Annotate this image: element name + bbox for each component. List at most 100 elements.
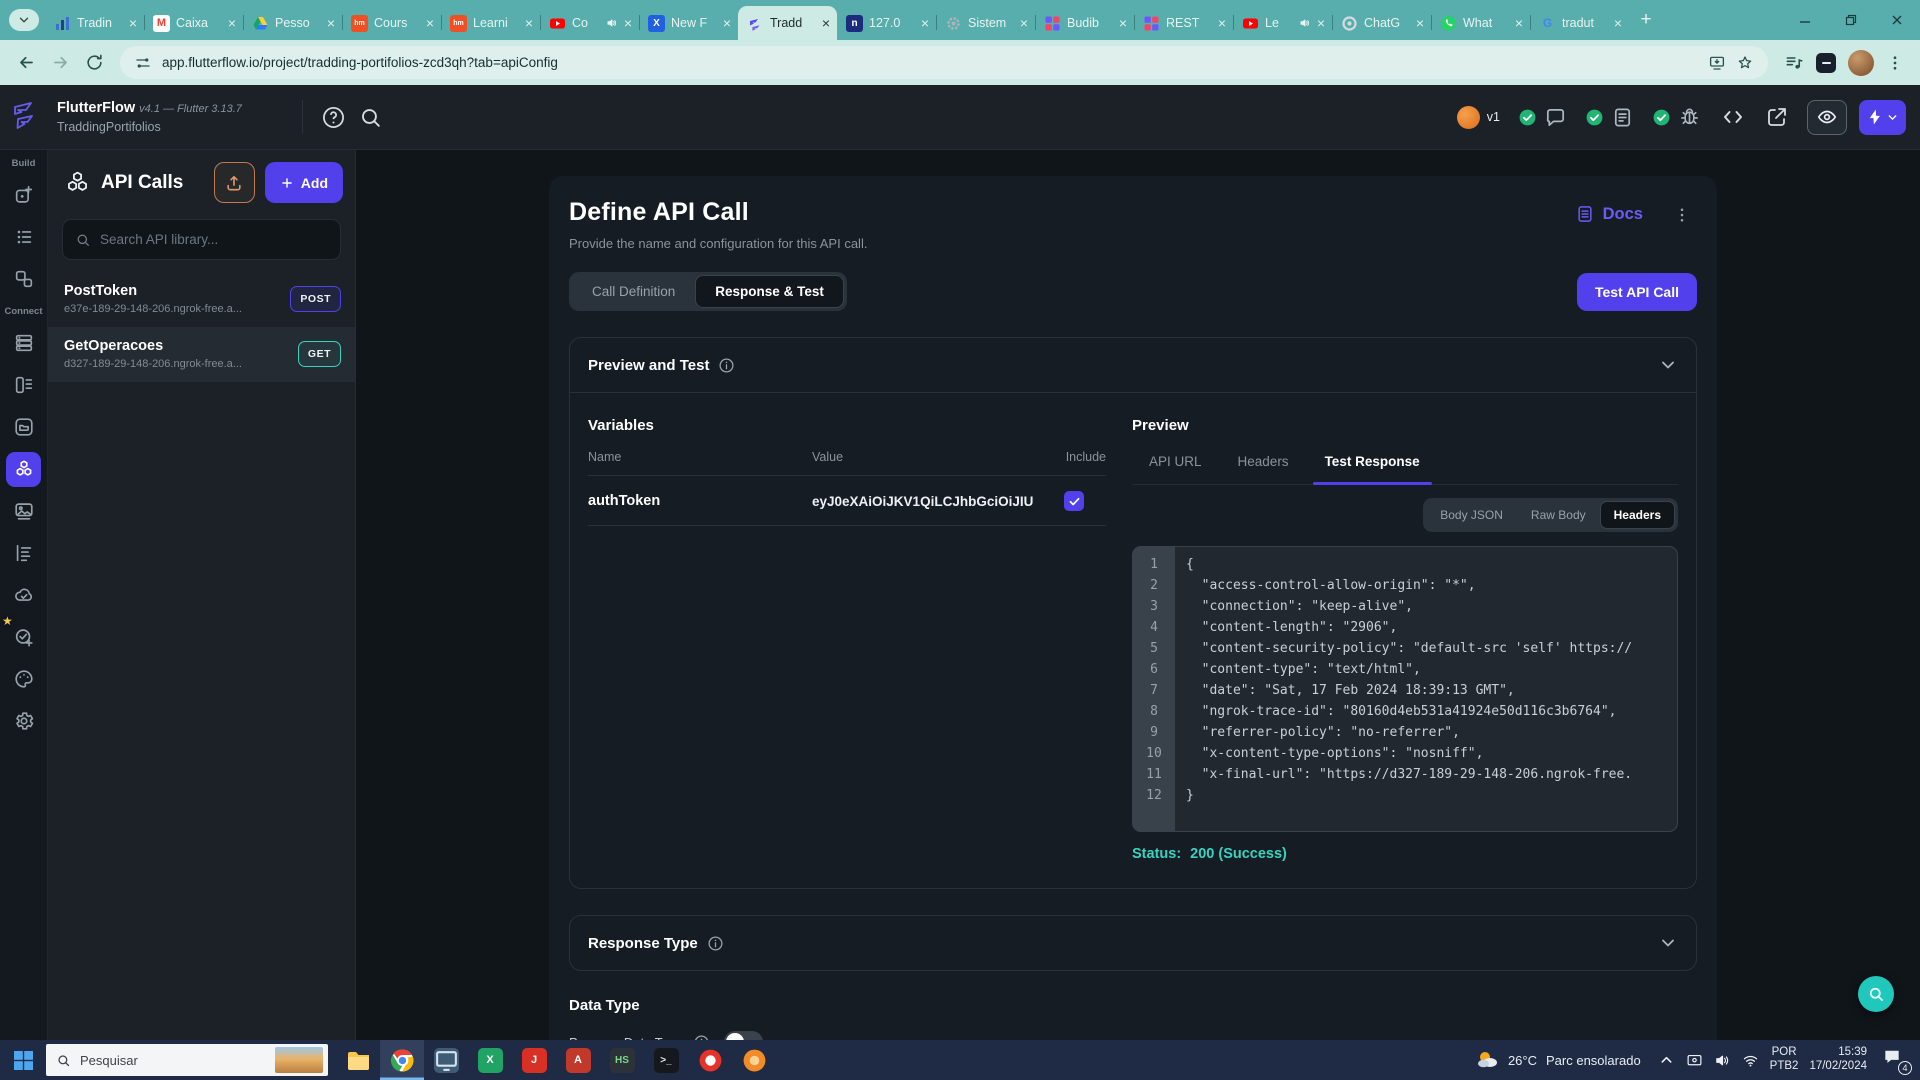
mode-raw-body[interactable]: Raw Body: [1517, 501, 1600, 529]
rail-item-navigation-link[interactable]: [6, 262, 41, 297]
tab-close-icon[interactable]: ×: [624, 16, 632, 30]
tab-close-icon[interactable]: ×: [426, 16, 434, 30]
rail-item-settings-gear[interactable]: [6, 704, 41, 739]
taskbar-app-hs-app[interactable]: HS: [600, 1040, 644, 1080]
preview-mode-button[interactable]: [1807, 100, 1847, 135]
view-code-icon[interactable]: [1721, 105, 1745, 129]
import-api-button[interactable]: [214, 162, 255, 203]
tab-audio-icon[interactable]: [606, 17, 618, 29]
tab-close-icon[interactable]: ×: [822, 16, 830, 30]
rail-item-theme-palette[interactable]: [6, 662, 41, 697]
taskbar-app-excel[interactable]: X: [468, 1040, 512, 1080]
tab-close-icon[interactable]: ×: [921, 16, 929, 30]
tab-response-and-test[interactable]: Response & Test: [695, 275, 844, 308]
search-highlight-thumbnail[interactable]: [275, 1047, 323, 1073]
browser-tab-3[interactable]: hmCours×: [342, 6, 441, 40]
tab-close-icon[interactable]: ×: [228, 16, 236, 30]
taskbar-app-red-j-app[interactable]: J: [512, 1040, 556, 1080]
taskbar-app-terminal[interactable]: >_: [644, 1040, 688, 1080]
browser-tab-5[interactable]: Co×: [540, 6, 639, 40]
tab-headers[interactable]: Headers: [1238, 448, 1289, 484]
tab-api-url[interactable]: API URL: [1149, 448, 1202, 484]
tab-audio-icon[interactable]: [1299, 17, 1311, 29]
browser-tab-13[interactable]: ChatG×: [1332, 6, 1431, 40]
tab-call-definition[interactable]: Call Definition: [572, 275, 695, 308]
rail-item-cloud-functions[interactable]: [6, 578, 41, 613]
tab-close-icon[interactable]: ×: [327, 16, 335, 30]
tab-close-icon[interactable]: ×: [723, 16, 731, 30]
tab-close-icon[interactable]: ×: [525, 16, 533, 30]
browser-tab-7[interactable]: Tradd×: [738, 6, 837, 40]
window-restore-button[interactable]: [1828, 0, 1874, 40]
info-icon[interactable]: [707, 935, 724, 952]
collapse-chevron-icon[interactable]: [1658, 355, 1678, 375]
api-search-input[interactable]: Search API library...: [62, 219, 341, 260]
taskbar-app-red-app[interactable]: A: [556, 1040, 600, 1080]
taskbar-app-chrome[interactable]: [380, 1040, 424, 1080]
mode-body-json[interactable]: Body JSON: [1426, 501, 1517, 529]
bookmark-star-icon[interactable]: [1736, 54, 1754, 72]
account-chip[interactable]: v1: [1457, 106, 1500, 129]
rail-item-api-calls[interactable]: [6, 452, 41, 487]
speaker-icon[interactable]: [1714, 1052, 1731, 1069]
wifi-icon[interactable]: [1742, 1052, 1759, 1069]
reload-button[interactable]: [78, 47, 110, 79]
tab-close-icon[interactable]: ×: [1416, 16, 1424, 30]
run-button[interactable]: [1859, 100, 1906, 135]
browser-tab-4[interactable]: hmLearni×: [441, 6, 540, 40]
global-search-icon[interactable]: [358, 105, 383, 130]
profile-avatar[interactable]: [1848, 50, 1874, 76]
tab-close-icon[interactable]: ×: [1020, 16, 1028, 30]
rail-item-widget-add[interactable]: [6, 178, 41, 213]
rail-item-content-folder[interactable]: [6, 410, 41, 445]
start-button[interactable]: [0, 1040, 46, 1080]
browser-tab-10[interactable]: Budib×: [1035, 6, 1134, 40]
weather-widget[interactable]: 26°C Parc ensolarado: [1475, 1048, 1641, 1072]
rail-item-page-structure[interactable]: [6, 220, 41, 255]
taskbar-app-red-circle-app[interactable]: [688, 1040, 732, 1080]
tab-test-response[interactable]: Test Response: [1325, 448, 1420, 484]
tab-close-icon[interactable]: ×: [1614, 16, 1622, 30]
tab-close-icon[interactable]: ×: [1317, 16, 1325, 30]
rail-item-automated-tests[interactable]: ★: [6, 620, 41, 655]
api-call-item-GetOperacoes[interactable]: GetOperacoesd327-189-29-148-206.ngrok-fr…: [48, 327, 355, 382]
variable-value-input[interactable]: eyJ0eXAiOiJKV1QiLCJhbGciOiJIU: [812, 494, 1042, 509]
dark-extension-icon[interactable]: [1816, 53, 1836, 73]
clock[interactable]: 15:39 17/02/2024: [1809, 1046, 1867, 1074]
browser-menu-icon[interactable]: [1886, 54, 1904, 72]
add-api-call-button[interactable]: Add: [265, 162, 343, 203]
tab-close-icon[interactable]: ×: [1119, 16, 1127, 30]
taskbar-app-file-explorer[interactable]: [336, 1040, 380, 1080]
cast-icon[interactable]: [1686, 1052, 1703, 1069]
test-api-call-button[interactable]: Test API Call: [1577, 273, 1697, 311]
open-in-new-icon[interactable]: [1765, 105, 1789, 129]
taskbar-app-orange-circle-app[interactable]: [732, 1040, 776, 1080]
parse-data-type-toggle[interactable]: [724, 1031, 763, 1040]
browser-tab-1[interactable]: MCaixa×: [144, 6, 243, 40]
info-icon[interactable]: [718, 357, 735, 374]
tab-close-icon[interactable]: ×: [129, 16, 137, 30]
docs-button[interactable]: Docs: [1575, 204, 1643, 224]
browser-tab-0[interactable]: Tradin×: [45, 6, 144, 40]
notification-center-button[interactable]: 4: [1882, 1047, 1910, 1073]
rail-item-data-schema[interactable]: [6, 368, 41, 403]
browser-tab-11[interactable]: REST×: [1134, 6, 1233, 40]
browser-tab-8[interactable]: n127.0×: [837, 6, 936, 40]
help-icon[interactable]: [321, 105, 346, 130]
forward-button[interactable]: [44, 47, 76, 79]
include-checkbox[interactable]: [1064, 491, 1084, 511]
rail-item-app-state[interactable]: [6, 536, 41, 571]
tab-close-icon[interactable]: ×: [1218, 16, 1226, 30]
browser-tab-9[interactable]: Sistem×: [936, 6, 1035, 40]
browser-tab-6[interactable]: XNew F×: [639, 6, 738, 40]
language-indicator[interactable]: POR PTB2: [1770, 1046, 1799, 1074]
install-app-icon[interactable]: [1708, 54, 1726, 72]
address-bar[interactable]: app.flutterflow.io/project/tradding-port…: [120, 46, 1768, 79]
back-button[interactable]: [10, 47, 42, 79]
new-tab-button[interactable]: +: [1633, 7, 1659, 33]
api-call-item-PostToken[interactable]: PostTokene37e-189-29-148-206.ngrok-free.…: [48, 272, 355, 327]
music-list-extension-icon[interactable]: [1784, 53, 1804, 73]
card-menu-icon[interactable]: [1673, 206, 1691, 224]
browser-tab-2[interactable]: Pesso×: [243, 6, 342, 40]
taskbar-app-blue-monitor[interactable]: [424, 1040, 468, 1080]
